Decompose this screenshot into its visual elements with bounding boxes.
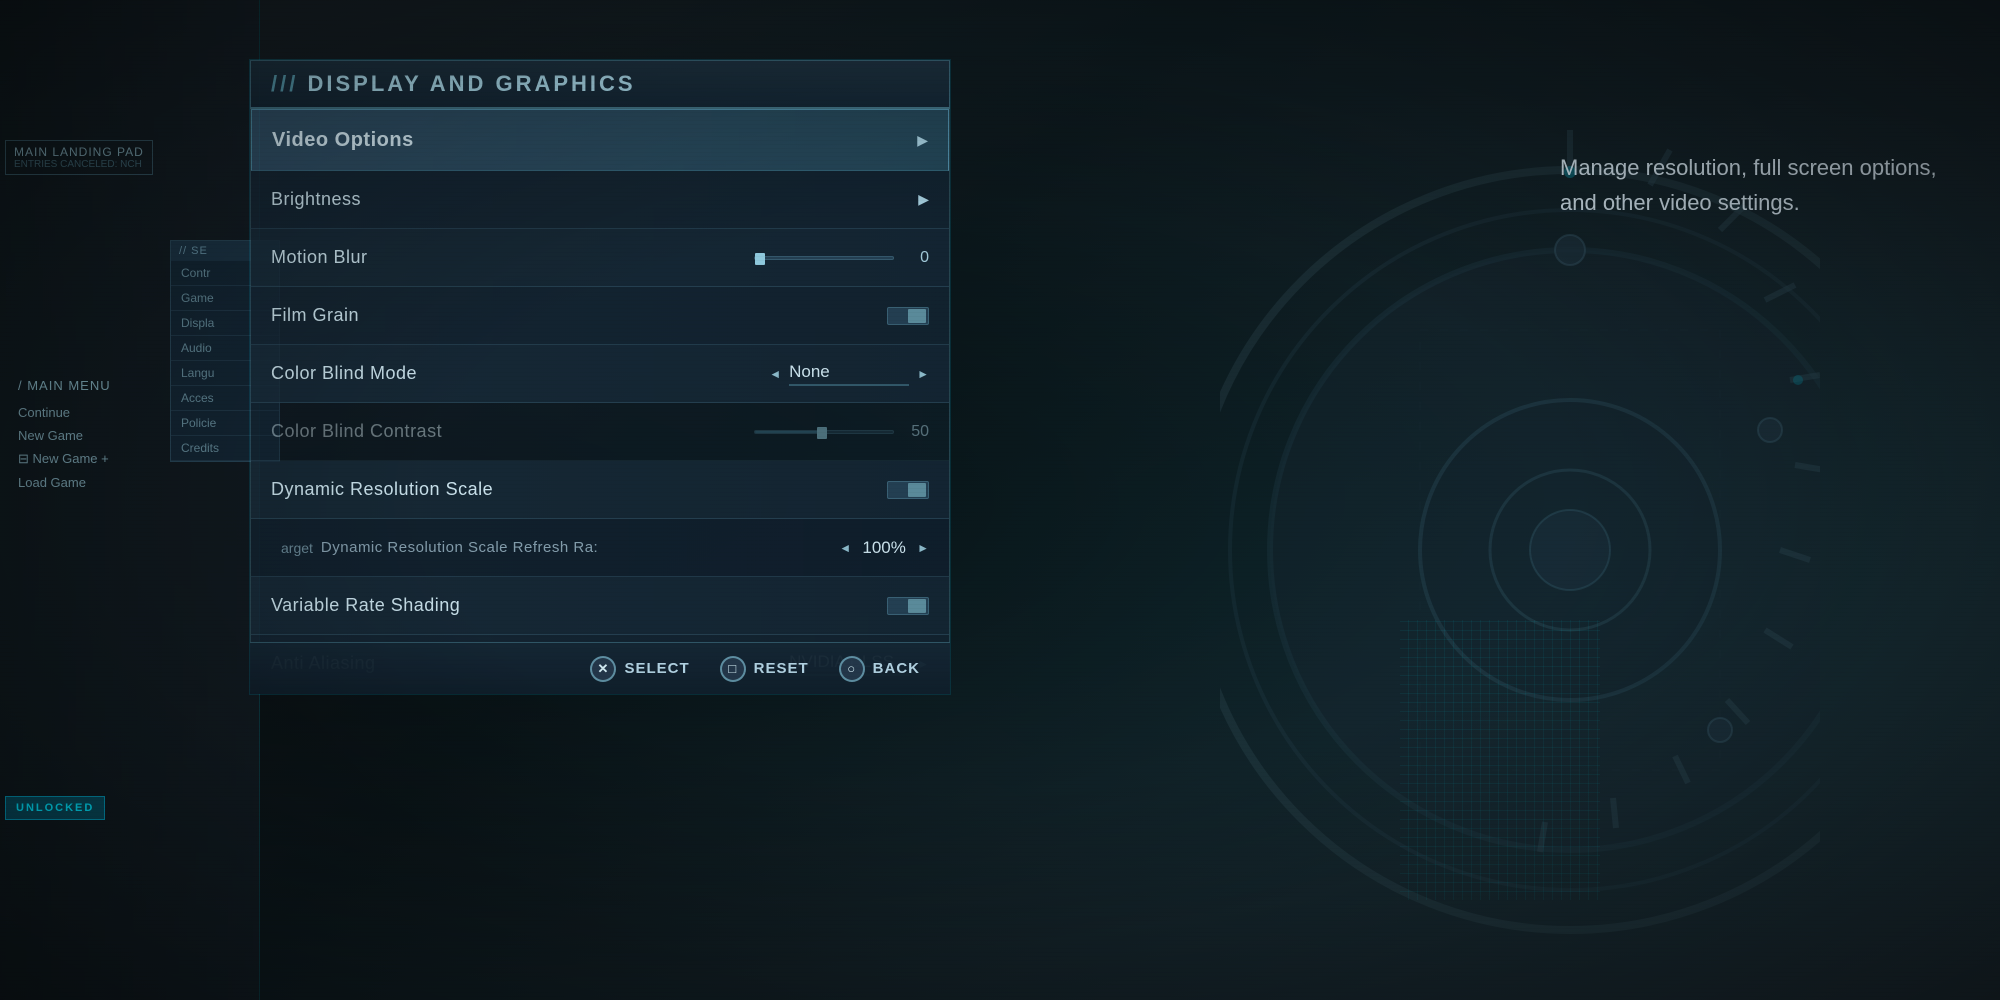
main-menu-label: / MAIN MENU [10, 375, 119, 396]
main-menu: / MAIN MENU Continue New Game ⊟ New Game… [10, 375, 119, 495]
label-color-blind-contrast: Color Blind Contrast [271, 421, 442, 442]
teal-pixel-grid [1400, 620, 1600, 900]
row-motion-blur[interactable]: Motion Blur 0 [251, 229, 949, 287]
control-dynamic-resolution-refresh: ◄ 100% ► [839, 538, 929, 558]
control-video-options: ▶ [917, 132, 928, 149]
panel-header: /// DISPLAY AND GRAPHICS [250, 60, 950, 109]
header-slash: /// [271, 71, 298, 96]
arrow-icon-video: ▶ [917, 132, 928, 149]
select-label: SELECT [624, 660, 689, 677]
location-name: MAIN LANDING PAD [14, 145, 144, 159]
settings-list: Video Options ▶ Brightness ▶ Motion Blur… [250, 109, 950, 694]
unlocked-badge: UNLOCKED [5, 796, 105, 820]
reset-icon: □ [720, 656, 746, 682]
control-dynamic-resolution [887, 481, 929, 499]
color-blind-mode-selector: ◄ None ► [769, 362, 929, 386]
film-grain-toggle-thumb [908, 309, 926, 323]
row-brightness[interactable]: Brightness ▶ [251, 171, 949, 229]
sub-row-prefix: arget [281, 540, 313, 556]
bottom-controls-bar: ✕ SELECT □ RESET ○ BACK [250, 642, 950, 694]
selector-right-arrow-drr[interactable]: ► [917, 541, 929, 555]
menu-item-new-game[interactable]: New Game [10, 425, 119, 446]
dynamic-resolution-refresh-value: 100% [859, 538, 909, 558]
menu-item-continue[interactable]: Continue [10, 402, 119, 423]
control-color-blind-contrast: 50 [754, 423, 929, 441]
control-film-grain [887, 307, 929, 325]
label-color-blind-mode: Color Blind Mode [271, 363, 417, 384]
row-variable-rate-shading[interactable]: Variable Rate Shading [251, 577, 949, 635]
dynamic-resolution-toggle-thumb [908, 483, 926, 497]
location-sub: ENTRIES CANCELED: NCH [14, 159, 144, 170]
selector-right-arrow-cbm[interactable]: ► [917, 367, 929, 381]
select-button[interactable]: ✕ SELECT [590, 656, 689, 682]
select-icon: ✕ [590, 656, 616, 682]
color-blind-contrast-value: 50 [904, 423, 929, 441]
row-film-grain[interactable]: Film Grain [251, 287, 949, 345]
label-variable-rate-shading: Variable Rate Shading [271, 595, 460, 616]
label-brightness: Brightness [271, 189, 361, 210]
color-blind-mode-value: None [789, 362, 830, 381]
back-label: BACK [873, 660, 920, 677]
control-brightness: ▶ [918, 191, 929, 208]
description-text: Manage resolution, full screen options, … [1560, 150, 1940, 220]
control-variable-rate-shading [887, 597, 929, 615]
color-blind-contrast-slider-track [754, 430, 894, 434]
variable-rate-shading-toggle[interactable] [887, 597, 929, 615]
control-motion-blur: 0 [754, 249, 929, 267]
film-grain-toggle[interactable] [887, 307, 929, 325]
menu-item-new-game-plus[interactable]: ⊟ New Game + [10, 448, 119, 470]
location-label: MAIN LANDING PAD ENTRIES CANCELED: NCH [5, 140, 153, 175]
settings-panel: /// DISPLAY AND GRAPHICS Video Options ▶… [250, 60, 950, 694]
row-dynamic-resolution-refresh[interactable]: arget Dynamic Resolution Scale Refresh R… [251, 519, 949, 577]
row-video-options[interactable]: Video Options ▶ [251, 109, 949, 171]
motion-blur-slider-thumb [755, 253, 765, 265]
row-dynamic-resolution[interactable]: Dynamic Resolution Scale [251, 461, 949, 519]
reset-label: RESET [754, 660, 809, 677]
color-blind-contrast-slider-fill [755, 431, 824, 433]
back-icon: ○ [839, 656, 865, 682]
label-motion-blur: Motion Blur [271, 247, 368, 268]
control-color-blind-mode: ◄ None ► [769, 362, 929, 386]
color-blind-contrast-slider-thumb [817, 427, 827, 439]
dynamic-resolution-toggle[interactable] [887, 481, 929, 499]
back-button[interactable]: ○ BACK [839, 656, 920, 682]
label-dynamic-resolution: Dynamic Resolution Scale [271, 479, 493, 500]
label-film-grain: Film Grain [271, 305, 359, 326]
row-color-blind-contrast: Color Blind Contrast 50 [251, 403, 949, 461]
sub-row-label-container: arget Dynamic Resolution Scale Refresh R… [281, 539, 598, 556]
selector-underline-cbm [789, 384, 909, 386]
description-panel: Manage resolution, full screen options, … [1560, 150, 1940, 220]
panel-title: /// DISPLAY AND GRAPHICS [271, 71, 636, 96]
arrow-icon-brightness: ▶ [918, 191, 929, 208]
variable-rate-shading-toggle-thumb [908, 599, 926, 613]
selector-left-arrow-drr[interactable]: ◄ [839, 541, 851, 555]
dynamic-resolution-refresh-selector: ◄ 100% ► [839, 538, 929, 558]
motion-blur-value: 0 [904, 249, 929, 267]
selector-left-arrow-cbm[interactable]: ◄ [769, 367, 781, 381]
motion-blur-slider-track[interactable] [754, 256, 894, 260]
header-title-text: DISPLAY AND GRAPHICS [307, 71, 635, 96]
label-dynamic-resolution-refresh: Dynamic Resolution Scale Refresh Ra: [321, 539, 598, 556]
row-color-blind-mode[interactable]: Color Blind Mode ◄ None ► [251, 345, 949, 403]
label-video-options: Video Options [272, 129, 414, 152]
menu-item-load-game[interactable]: Load Game [10, 472, 119, 493]
reset-button[interactable]: □ RESET [720, 656, 809, 682]
